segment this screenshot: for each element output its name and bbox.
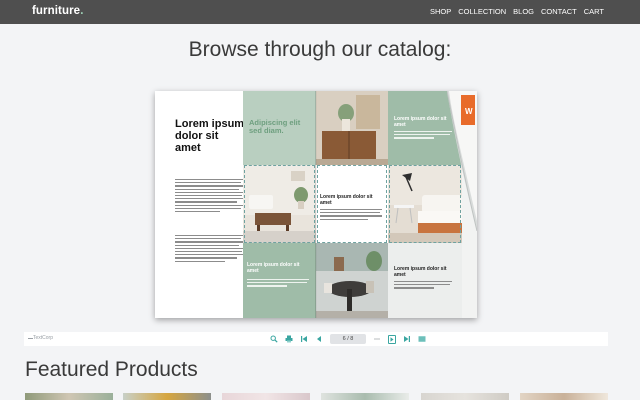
curl-badge-letter: W [465, 107, 473, 116]
next-page-icon[interactable] [388, 334, 396, 344]
viewer-toolbar: TextCorp 6 / 8 [24, 332, 608, 346]
product-thumb-3[interactable] [222, 393, 310, 400]
card-heading-right-top: Lorem ipsum dolor sit amet [394, 116, 447, 128]
logo[interactable]: furniture. [32, 5, 83, 17]
cabinet-photo [316, 91, 388, 165]
left-page-paragraph [175, 179, 243, 214]
flipbook[interactable]: Lorem ipsum dolor sit amet Adipiscing el… [155, 91, 477, 318]
page-curl[interactable]: W [446, 91, 477, 232]
card-heading-left-bottom: Lorem ipsum dolor sit amet [247, 262, 300, 274]
book-spine [315, 91, 317, 318]
product-thumb-1[interactable] [25, 393, 113, 400]
left-page-title: Lorem ipsum dolor sit amet [175, 118, 243, 154]
dashed-frame-left [244, 165, 315, 243]
product-thumb-2[interactable] [123, 393, 211, 400]
dining-photo [316, 243, 388, 318]
print-icon[interactable] [285, 335, 293, 344]
left-page-paragraph-2 [175, 235, 243, 264]
right-bottom-card: Lorem ipsum dolor sit amet [388, 243, 462, 318]
featured-heading: Featured Products [25, 358, 198, 381]
dashed-frame-right [317, 165, 387, 243]
nav-contact[interactable]: CONTACT [541, 7, 577, 16]
nav-cart[interactable]: CART [584, 7, 604, 16]
viewer-brand: TextCorp [28, 335, 53, 341]
nav-blog[interactable]: BLOG [513, 7, 534, 16]
nav-shop[interactable]: SHOP [430, 7, 451, 16]
product-thumb-4[interactable] [321, 393, 409, 400]
viewer-controls: 6 / 8 [270, 334, 426, 344]
last-page-icon[interactable] [403, 335, 411, 344]
nav-collection[interactable]: COLLECTION [458, 7, 506, 16]
first-page-icon[interactable] [300, 335, 308, 344]
card-text-right-bottom [394, 281, 452, 291]
left-page-text-column: Lorem ipsum dolor sit amet [155, 91, 243, 318]
logo-dot: . [80, 5, 84, 17]
thumbnails-icon[interactable] [418, 335, 426, 344]
prev-page-icon[interactable] [315, 335, 323, 344]
product-thumb-5[interactable] [421, 393, 509, 400]
card-text-right-top [394, 131, 452, 141]
main-nav: SHOP COLLECTION BLOG CONTACT CART [430, 7, 604, 16]
green-heading: Adipiscing elit sed diam. [249, 118, 301, 135]
green-heading-panel: Adipiscing elit sed diam. [243, 91, 316, 165]
card-heading-right-bottom: Lorem ipsum dolor sit amet [394, 266, 447, 278]
search-icon[interactable] [270, 335, 278, 344]
top-navbar: furniture. SHOP COLLECTION BLOG CONTACT … [0, 0, 640, 24]
zoom-label-icon [373, 335, 381, 344]
product-thumb-6[interactable] [520, 393, 608, 400]
page-indicator[interactable]: 6 / 8 [330, 334, 366, 344]
catalog-heading: Browse through our catalog: [188, 38, 452, 61]
logo-text: furniture [32, 5, 81, 17]
card-text-left-bottom [247, 279, 309, 289]
viewer-brand-text: TextCorp [33, 335, 54, 341]
left-bottom-card: Lorem ipsum dolor sit amet [243, 243, 316, 318]
